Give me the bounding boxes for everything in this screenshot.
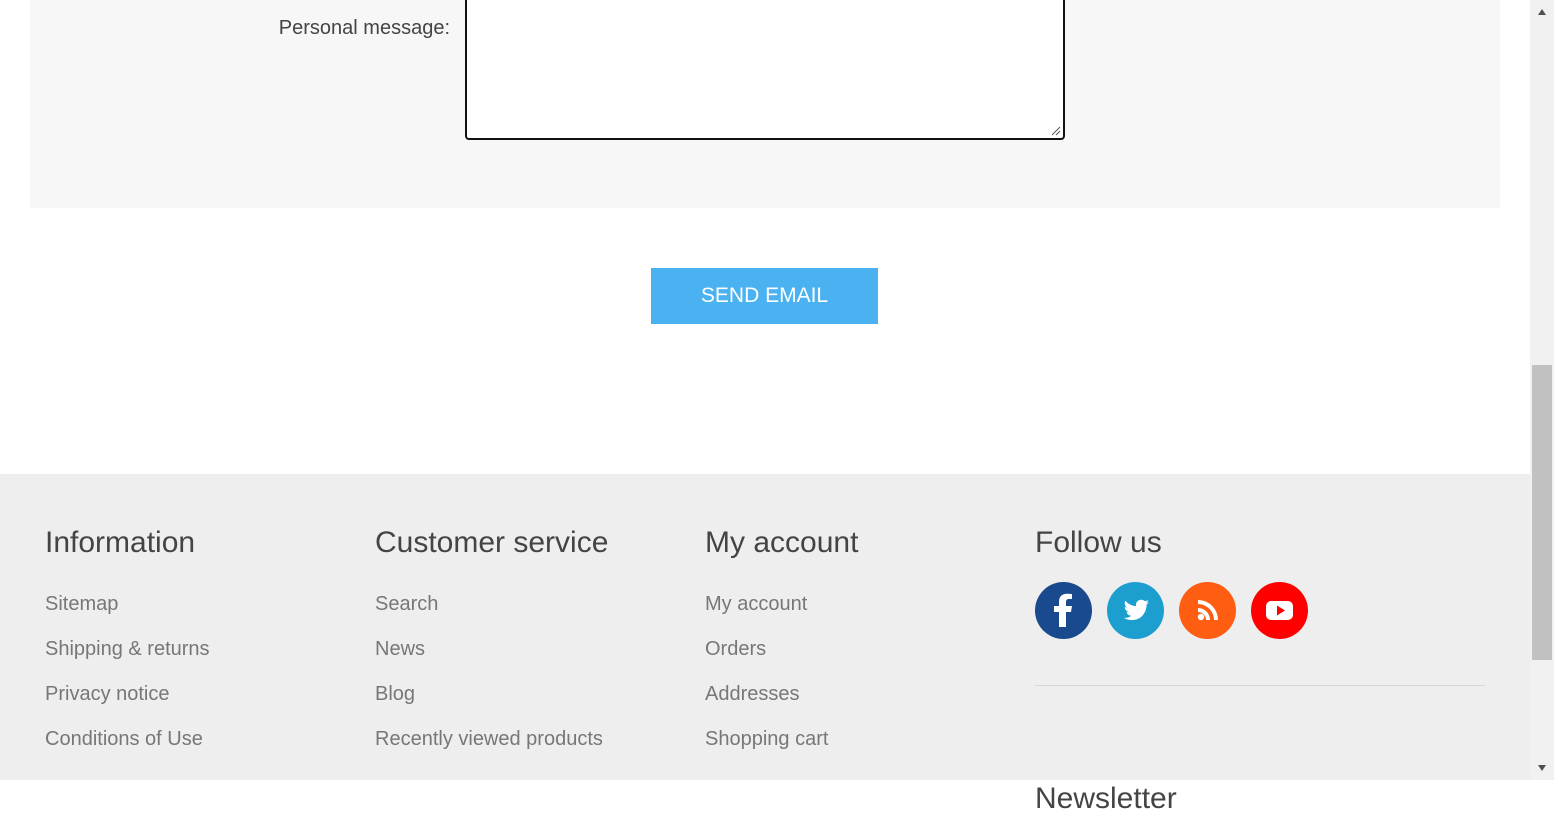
footer-column-information: Information Sitemap Shipping & returns P… xyxy=(45,526,210,750)
resize-grip-icon[interactable] xyxy=(1049,124,1061,136)
footer-link-blog[interactable]: Blog xyxy=(375,683,415,706)
footer-column-my-account: My account My account Orders Addresses S… xyxy=(705,526,859,750)
scroll-down-arrow-icon[interactable] xyxy=(1530,756,1554,780)
personal-message-textarea[interactable] xyxy=(465,0,1065,140)
scrollbar-thumb[interactable] xyxy=(1532,365,1552,660)
facebook-icon[interactable] xyxy=(1035,582,1092,639)
footer-heading-customer-service: Customer service xyxy=(375,526,609,559)
footer-link-addresses[interactable]: Addresses xyxy=(705,683,800,706)
twitter-icon[interactable] xyxy=(1107,582,1164,639)
personal-message-label: Personal message: xyxy=(278,17,450,39)
footer-column-customer-service: Customer service Search News Blog Recent… xyxy=(375,526,609,750)
youtube-icon[interactable] xyxy=(1251,582,1308,639)
footer-link-search[interactable]: Search xyxy=(375,593,438,616)
footer-link-news[interactable]: News xyxy=(375,638,425,661)
footer-link-shopping-cart[interactable]: Shopping cart xyxy=(705,728,828,751)
footer-link-shipping-returns[interactable]: Shipping & returns xyxy=(45,638,210,661)
footer-heading-my-account: My account xyxy=(705,526,859,559)
footer: Information Sitemap Shipping & returns P… xyxy=(0,474,1530,815)
footer-divider xyxy=(1035,685,1485,686)
footer-heading-information: Information xyxy=(45,526,196,559)
footer-link-recently-viewed[interactable]: Recently viewed products xyxy=(375,728,603,751)
footer-link-my-account[interactable]: My account xyxy=(705,593,807,616)
footer-link-privacy-notice[interactable]: Privacy notice xyxy=(45,683,170,706)
rss-icon[interactable] xyxy=(1179,582,1236,639)
footer-link-sitemap[interactable]: Sitemap xyxy=(45,593,118,616)
footer-heading-newsletter: Newsletter xyxy=(1035,782,1177,815)
footer-column-follow-us: Follow us Newsletter xyxy=(1035,526,1485,815)
footer-link-conditions-of-use[interactable]: Conditions of Use xyxy=(45,728,203,751)
scroll-up-arrow-icon[interactable] xyxy=(1530,0,1554,24)
send-email-button[interactable]: SEND EMAIL xyxy=(651,268,878,324)
vertical-scrollbar[interactable] xyxy=(1530,0,1554,780)
footer-heading-follow-us: Follow us xyxy=(1035,526,1162,559)
social-icons xyxy=(1035,582,1308,639)
personal-message-panel: Personal message: xyxy=(30,0,1500,208)
footer-link-orders[interactable]: Orders xyxy=(705,638,766,661)
